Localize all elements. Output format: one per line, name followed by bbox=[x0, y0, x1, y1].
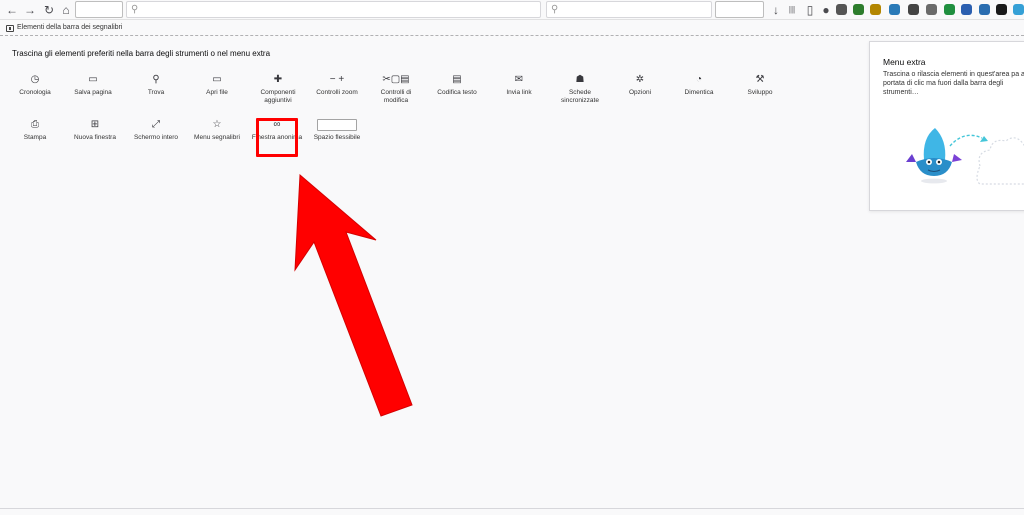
bottom-border bbox=[0, 508, 1024, 509]
panel-title: Menu extra bbox=[883, 57, 926, 67]
dragon-illustration bbox=[906, 128, 1024, 185]
overflow-menu-panel: Menu extra Trascina o rilascia elementi … bbox=[869, 41, 1024, 211]
panel-description: Trascina o rilascia elementi in quest'ar… bbox=[883, 71, 1024, 96]
arrow-shape bbox=[294, 173, 413, 417]
